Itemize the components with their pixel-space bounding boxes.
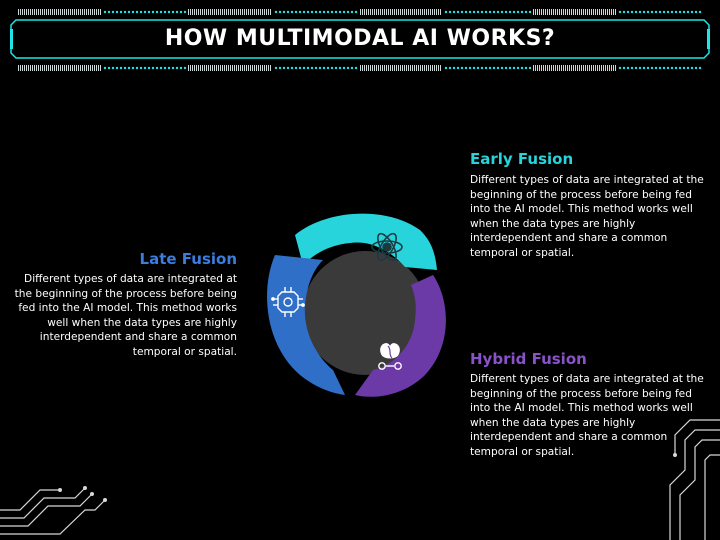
early-fusion-title: Early Fusion [470, 150, 574, 168]
circuit-decoration-left [0, 486, 107, 535]
circuit-decoration-right [669, 419, 720, 540]
page-title: HOW MULTIMODAL AI WORKS? [164, 26, 556, 51]
early-fusion-description: Different types of data are integrated a… [470, 174, 704, 259]
late-fusion-title: Late Fusion [139, 250, 237, 268]
top-decorative-border [0, 8, 720, 16]
fusion-cycle-diagram [267, 213, 446, 397]
hybrid-fusion-title: Hybrid Fusion [470, 350, 587, 368]
title-decorative-border [0, 64, 720, 72]
late-fusion-description: Different types of data are integrated a… [14, 273, 237, 358]
